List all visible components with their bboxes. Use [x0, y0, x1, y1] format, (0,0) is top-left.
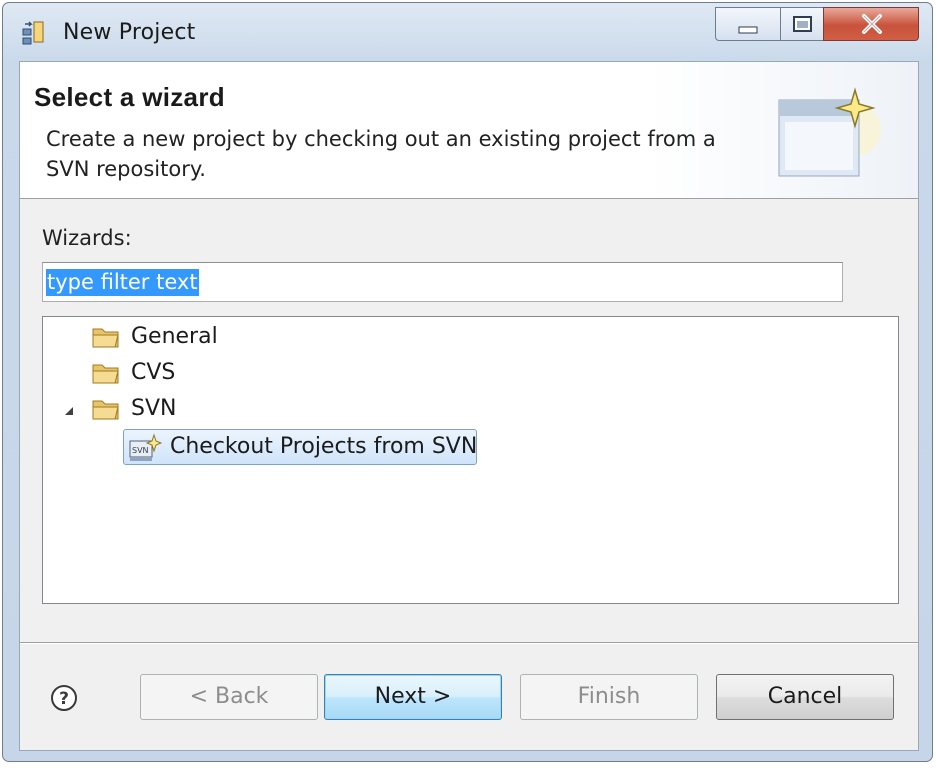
tree-item-checkout-projects-from-svn[interactable]: SVN Checkout Projects from SVN — [123, 429, 477, 465]
minimize-button[interactable] — [715, 7, 781, 41]
filter-input[interactable]: type filter text — [42, 262, 843, 302]
tree-item-label: General — [131, 324, 218, 349]
new-wizard-banner-icon — [778, 87, 881, 177]
svg-text:SVN: SVN — [132, 446, 149, 455]
folder-icon — [92, 328, 119, 348]
close-icon — [862, 14, 882, 34]
cancel-button[interactable]: Cancel — [716, 674, 894, 720]
expanded-triangle-icon[interactable] — [63, 405, 75, 417]
help-icon[interactable]: ? — [50, 684, 78, 712]
tree-item-label: Checkout Projects from SVN — [170, 434, 478, 459]
folder-icon — [92, 400, 119, 420]
dialog-client-area: Select a wizard Create a new project by … — [19, 61, 919, 751]
tree-item-label: SVN — [131, 396, 177, 421]
minimize-icon — [738, 26, 758, 34]
wizard-banner: Select a wizard Create a new project by … — [20, 62, 918, 199]
window-title: New Project — [63, 20, 196, 45]
tree-item-label: CVS — [131, 360, 176, 385]
button-bar-separator — [20, 642, 918, 644]
banner-description: Create a new project by checking out an … — [46, 127, 716, 181]
wizard-tree[interactable]: General CVS SVN SVN Checkout Projects fr… — [42, 316, 899, 604]
svg-text:?: ? — [59, 689, 69, 709]
filter-input-value: type filter text — [46, 269, 199, 296]
svn-checkout-wizard-icon: SVN — [129, 433, 162, 461]
maximize-button[interactable] — [780, 7, 824, 41]
new-project-icon — [22, 21, 44, 45]
next-button[interactable]: Next > — [324, 674, 502, 720]
folder-icon — [92, 364, 119, 384]
finish-button[interactable]: Finish — [520, 674, 698, 720]
title-bar[interactable]: New Project — [3, 3, 932, 61]
wizards-label: Wizards: — [42, 226, 132, 250]
back-button[interactable]: < Back — [140, 674, 318, 720]
new-project-window: New Project Select a wizard Create a new… — [2, 2, 933, 762]
maximize-icon — [793, 16, 812, 32]
banner-title: Select a wizard — [34, 82, 225, 112]
close-button[interactable] — [823, 7, 919, 41]
